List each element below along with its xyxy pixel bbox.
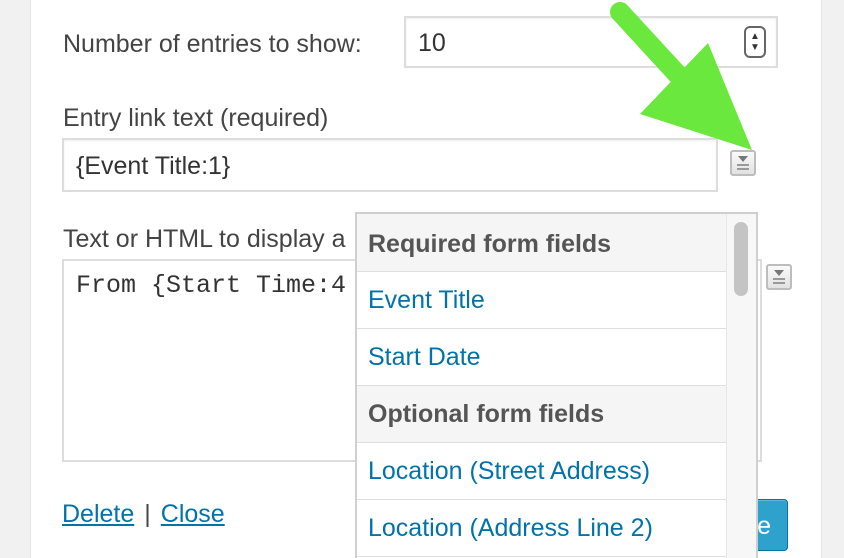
entry-link-text-value: {Event Title:1} <box>76 152 231 180</box>
dropdown-group-optional: Optional form fields <box>357 386 726 443</box>
display-html-value: From {Start Time:4 <box>76 271 347 300</box>
delete-link[interactable]: Delete <box>62 500 134 528</box>
field-picker-icon[interactable] <box>730 150 756 176</box>
close-link[interactable]: Close <box>161 500 225 528</box>
number-spinner-icon[interactable]: ▲ ▼ <box>744 26 766 58</box>
widget-actions: Delete | Close <box>62 500 225 529</box>
chevron-up-icon[interactable]: ▲ <box>750 31 760 42</box>
chevron-down-icon[interactable]: ▼ <box>750 42 760 53</box>
field-picker-icon[interactable] <box>766 264 792 290</box>
entries-count-input[interactable]: 10 ▲ ▼ <box>404 16 778 68</box>
dropdown-item-event-title[interactable]: Event Title <box>357 272 726 329</box>
dropdown-item-start-date[interactable]: Start Date <box>357 329 726 386</box>
dropdown-group-required: Required form fields <box>357 214 726 272</box>
display-html-label: Text or HTML to display a <box>63 225 346 253</box>
action-separator: | <box>144 500 151 528</box>
scrollbar-thumb[interactable] <box>734 222 748 296</box>
form-fields-dropdown[interactable]: Required form fields Event Title Start D… <box>355 212 758 558</box>
entry-link-text-input[interactable]: {Event Title:1} <box>62 138 718 192</box>
entries-count-label: Number of entries to show: <box>63 30 362 58</box>
dropdown-item-location-street[interactable]: Location (Street Address) <box>357 443 726 500</box>
dropdown-item-location-line2[interactable]: Location (Address Line 2) <box>357 500 726 557</box>
entry-link-text-label: Entry link text (required) <box>63 104 329 132</box>
dropdown-scrollbar[interactable] <box>726 214 756 558</box>
entries-count-value: 10 <box>418 29 446 57</box>
